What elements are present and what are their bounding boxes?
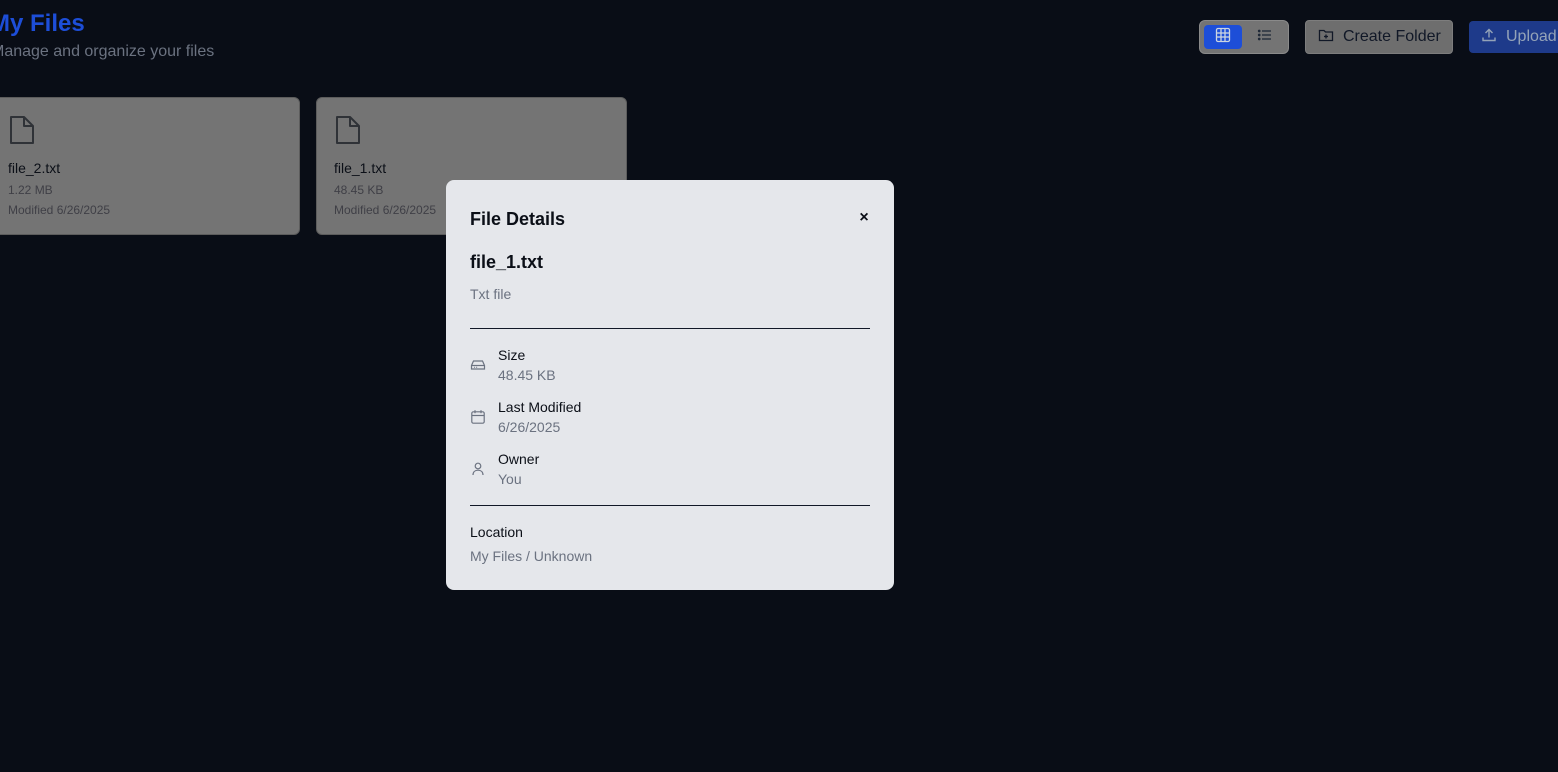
dialog-file-type: Txt file (470, 286, 512, 302)
create-folder-label: Create Folder (1343, 28, 1441, 45)
owner-label: Owner (498, 451, 540, 467)
create-folder-button[interactable]: Create Folder (1305, 20, 1453, 54)
upload-label: Upload (1506, 28, 1557, 45)
last-modified-value: 6/26/2025 (498, 419, 561, 435)
divider (470, 505, 870, 506)
size-label: Size (498, 347, 526, 363)
file-name: file_1.txt (334, 160, 387, 176)
file-icon (335, 115, 361, 150)
file-size: 1.22 MB (8, 183, 53, 197)
upload-icon (1481, 27, 1497, 48)
last-modified-label: Last Modified (498, 399, 582, 415)
file-details-dialog: File Details × file_1.txt Txt file Size … (446, 180, 894, 590)
location-label: Location (470, 524, 523, 540)
file-modified: Modified 6/26/2025 (8, 203, 111, 217)
size-value: 48.45 KB (498, 367, 556, 383)
dialog-title: File Details (470, 209, 566, 229)
file-icon (9, 115, 35, 150)
view-toggle (1199, 20, 1289, 54)
hard-drive-icon (470, 357, 486, 378)
owner-value: You (498, 471, 522, 487)
user-icon (470, 461, 486, 482)
dialog-file-name: file_1.txt (470, 252, 544, 272)
file-name: file_2.txt (8, 160, 61, 176)
page-subtitle: Manage and organize your files (0, 43, 215, 60)
calendar-icon (470, 409, 486, 430)
location-path: My Files / Unknown (470, 548, 593, 564)
file-size: 48.45 KB (334, 183, 384, 197)
grid-view-button[interactable] (1204, 25, 1242, 49)
file-modified: Modified 6/26/2025 (334, 203, 437, 217)
folder-plus-icon (1318, 27, 1334, 48)
list-icon (1257, 27, 1273, 48)
grid-icon (1215, 27, 1231, 48)
page-title: My Files (0, 10, 85, 37)
upload-button[interactable]: Upload (1469, 21, 1558, 53)
list-view-button[interactable] (1246, 25, 1284, 49)
close-icon[interactable]: × (856, 209, 872, 227)
divider (470, 328, 870, 329)
file-card[interactable]: file_2.txt 1.22 MB Modified 6/26/2025 (0, 97, 300, 235)
